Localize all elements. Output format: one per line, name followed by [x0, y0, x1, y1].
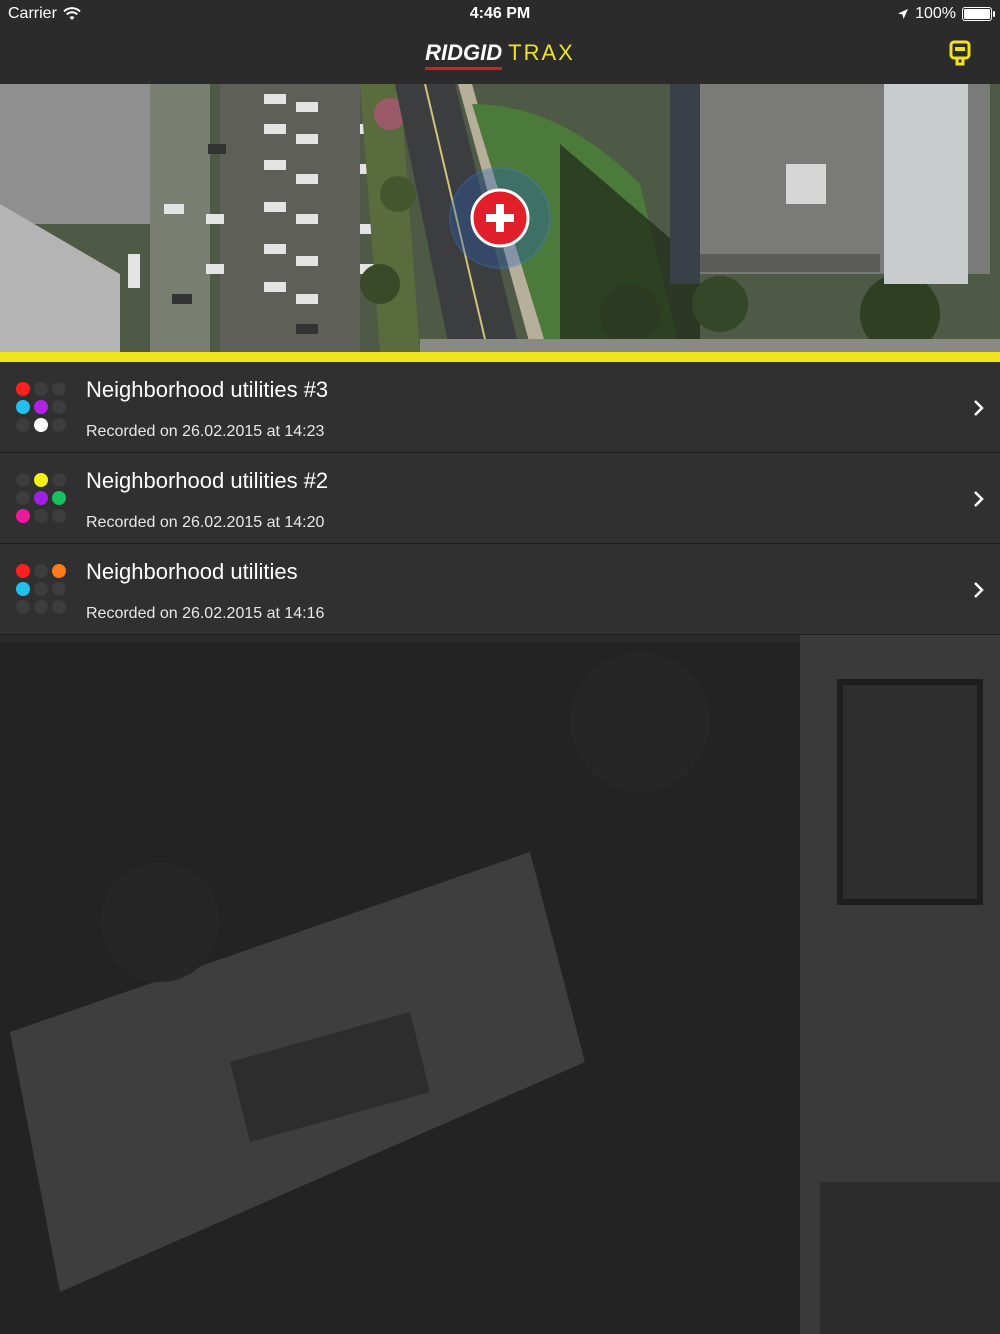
app-screen: Carrier 4:46 PM 100% RIDGID TRAX Neighbo… [0, 0, 1000, 1334]
color-dot-inactive [52, 400, 66, 414]
recording-row[interactable]: Neighborhood utilities Recorded on 26.02… [0, 544, 1000, 635]
color-dot-active [16, 382, 30, 396]
color-dot-inactive [16, 600, 30, 614]
color-dot-inactive [34, 582, 48, 596]
app-logo: RIDGID TRAX [0, 40, 1000, 66]
recording-color-dots [16, 564, 72, 620]
color-dot-inactive [52, 382, 66, 396]
color-dot-inactive [52, 418, 66, 432]
recording-row[interactable]: Neighborhood utilities #2 Recorded on 26… [0, 453, 1000, 544]
color-dot-inactive [16, 473, 30, 487]
color-dot-inactive [52, 473, 66, 487]
recordings-list: Neighborhood utilities #3 Recorded on 26… [0, 362, 1000, 635]
color-dot-active [16, 400, 30, 414]
color-dot-inactive [16, 491, 30, 505]
color-dot-inactive [34, 509, 48, 523]
status-bar: Carrier 4:46 PM 100% [0, 0, 1000, 28]
recording-color-dots [16, 382, 72, 438]
color-dot-active [52, 491, 66, 505]
color-dot-active [34, 473, 48, 487]
app-name: TRAX [508, 40, 575, 65]
color-dot-inactive [52, 509, 66, 523]
add-recording-button[interactable] [448, 166, 552, 270]
color-dot-active [34, 418, 48, 432]
color-dot-inactive [34, 600, 48, 614]
location-arrow-icon [898, 9, 909, 19]
chevron-right-icon [974, 582, 984, 598]
battery-percent: 100% [915, 5, 956, 22]
top-bar: Carrier 4:46 PM 100% RIDGID TRAX [0, 0, 1000, 84]
color-dot-active [52, 564, 66, 578]
color-dot-inactive [52, 582, 66, 596]
color-dot-inactive [16, 418, 30, 432]
chevron-right-icon [974, 400, 984, 416]
brand-name: RIDGID [425, 40, 503, 65]
color-dot-inactive [34, 564, 48, 578]
recording-title: Neighborhood utilities #2 [86, 468, 329, 493]
clock: 4:46 PM [469, 5, 531, 22]
locator-device-icon[interactable] [948, 40, 972, 68]
recording-title: Neighborhood utilities #3 [86, 377, 329, 402]
recording-timestamp: Recorded on 26.02.2015 at 14:16 [86, 605, 325, 622]
recording-timestamp: Recorded on 26.02.2015 at 14:20 [86, 514, 325, 531]
recording-title: Neighborhood utilities [86, 559, 298, 584]
color-dot-active [34, 400, 48, 414]
color-dot-active [34, 491, 48, 505]
color-dot-active [16, 509, 30, 523]
color-dot-inactive [34, 382, 48, 396]
recording-row[interactable]: Neighborhood utilities #3 Recorded on 26… [0, 362, 1000, 453]
color-dot-active [16, 564, 30, 578]
chevron-right-icon [974, 491, 984, 507]
battery-icon [962, 7, 995, 21]
recording-timestamp: Recorded on 26.02.2015 at 14:23 [86, 423, 325, 440]
color-dot-active [16, 582, 30, 596]
map-divider-bar [0, 352, 1000, 362]
system-indicators: 100% [897, 5, 995, 23]
color-dot-inactive [52, 600, 66, 614]
recording-color-dots [16, 473, 72, 529]
